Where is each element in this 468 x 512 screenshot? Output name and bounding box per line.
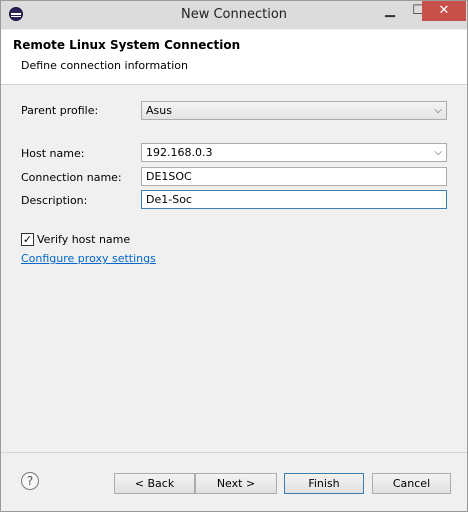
next-button[interactable]: Next > bbox=[195, 473, 277, 494]
verify-host-label[interactable]: Verify host name bbox=[37, 233, 130, 246]
finish-button[interactable]: Finish bbox=[284, 473, 364, 494]
button-bar-divider bbox=[1, 452, 467, 453]
chevron-down-icon[interactable]: ⌵ bbox=[434, 144, 442, 161]
parent-profile-select[interactable]: Asus ⌵ bbox=[141, 101, 447, 120]
wizard-header: Remote Linux System Connection Define co… bbox=[1, 30, 467, 85]
chevron-down-icon: ⌵ bbox=[434, 105, 442, 116]
new-connection-dialog: New Connection ▁ ☐ ✕ Remote Linux System… bbox=[0, 0, 468, 512]
connection-name-label: Connection name: bbox=[21, 171, 122, 184]
parent-profile-value: Asus bbox=[146, 104, 172, 117]
verify-host-checkbox[interactable]: ✓ bbox=[21, 233, 34, 246]
host-name-combo[interactable]: 192.168.0.3 ⌵ bbox=[141, 143, 447, 162]
close-button[interactable]: ✕ bbox=[422, 1, 466, 21]
title-bar: New Connection ▁ ☐ ✕ bbox=[1, 1, 467, 29]
configure-proxy-link[interactable]: Configure proxy settings bbox=[21, 252, 156, 265]
host-name-value: 192.168.0.3 bbox=[146, 146, 213, 159]
parent-profile-label: Parent profile: bbox=[21, 104, 99, 117]
host-name-label: Host name: bbox=[21, 147, 85, 160]
cancel-button[interactable]: Cancel bbox=[372, 473, 451, 494]
page-title: Remote Linux System Connection bbox=[13, 38, 241, 52]
description-label: Description: bbox=[21, 194, 88, 207]
back-button[interactable]: < Back bbox=[114, 473, 195, 494]
minimize-button[interactable]: ▁ bbox=[377, 1, 403, 21]
help-icon[interactable]: ? bbox=[21, 472, 39, 490]
connection-name-field[interactable]: DE1SOC bbox=[141, 167, 447, 186]
page-description: Define connection information bbox=[21, 59, 188, 72]
description-field[interactable]: De1-Soc bbox=[141, 190, 447, 209]
